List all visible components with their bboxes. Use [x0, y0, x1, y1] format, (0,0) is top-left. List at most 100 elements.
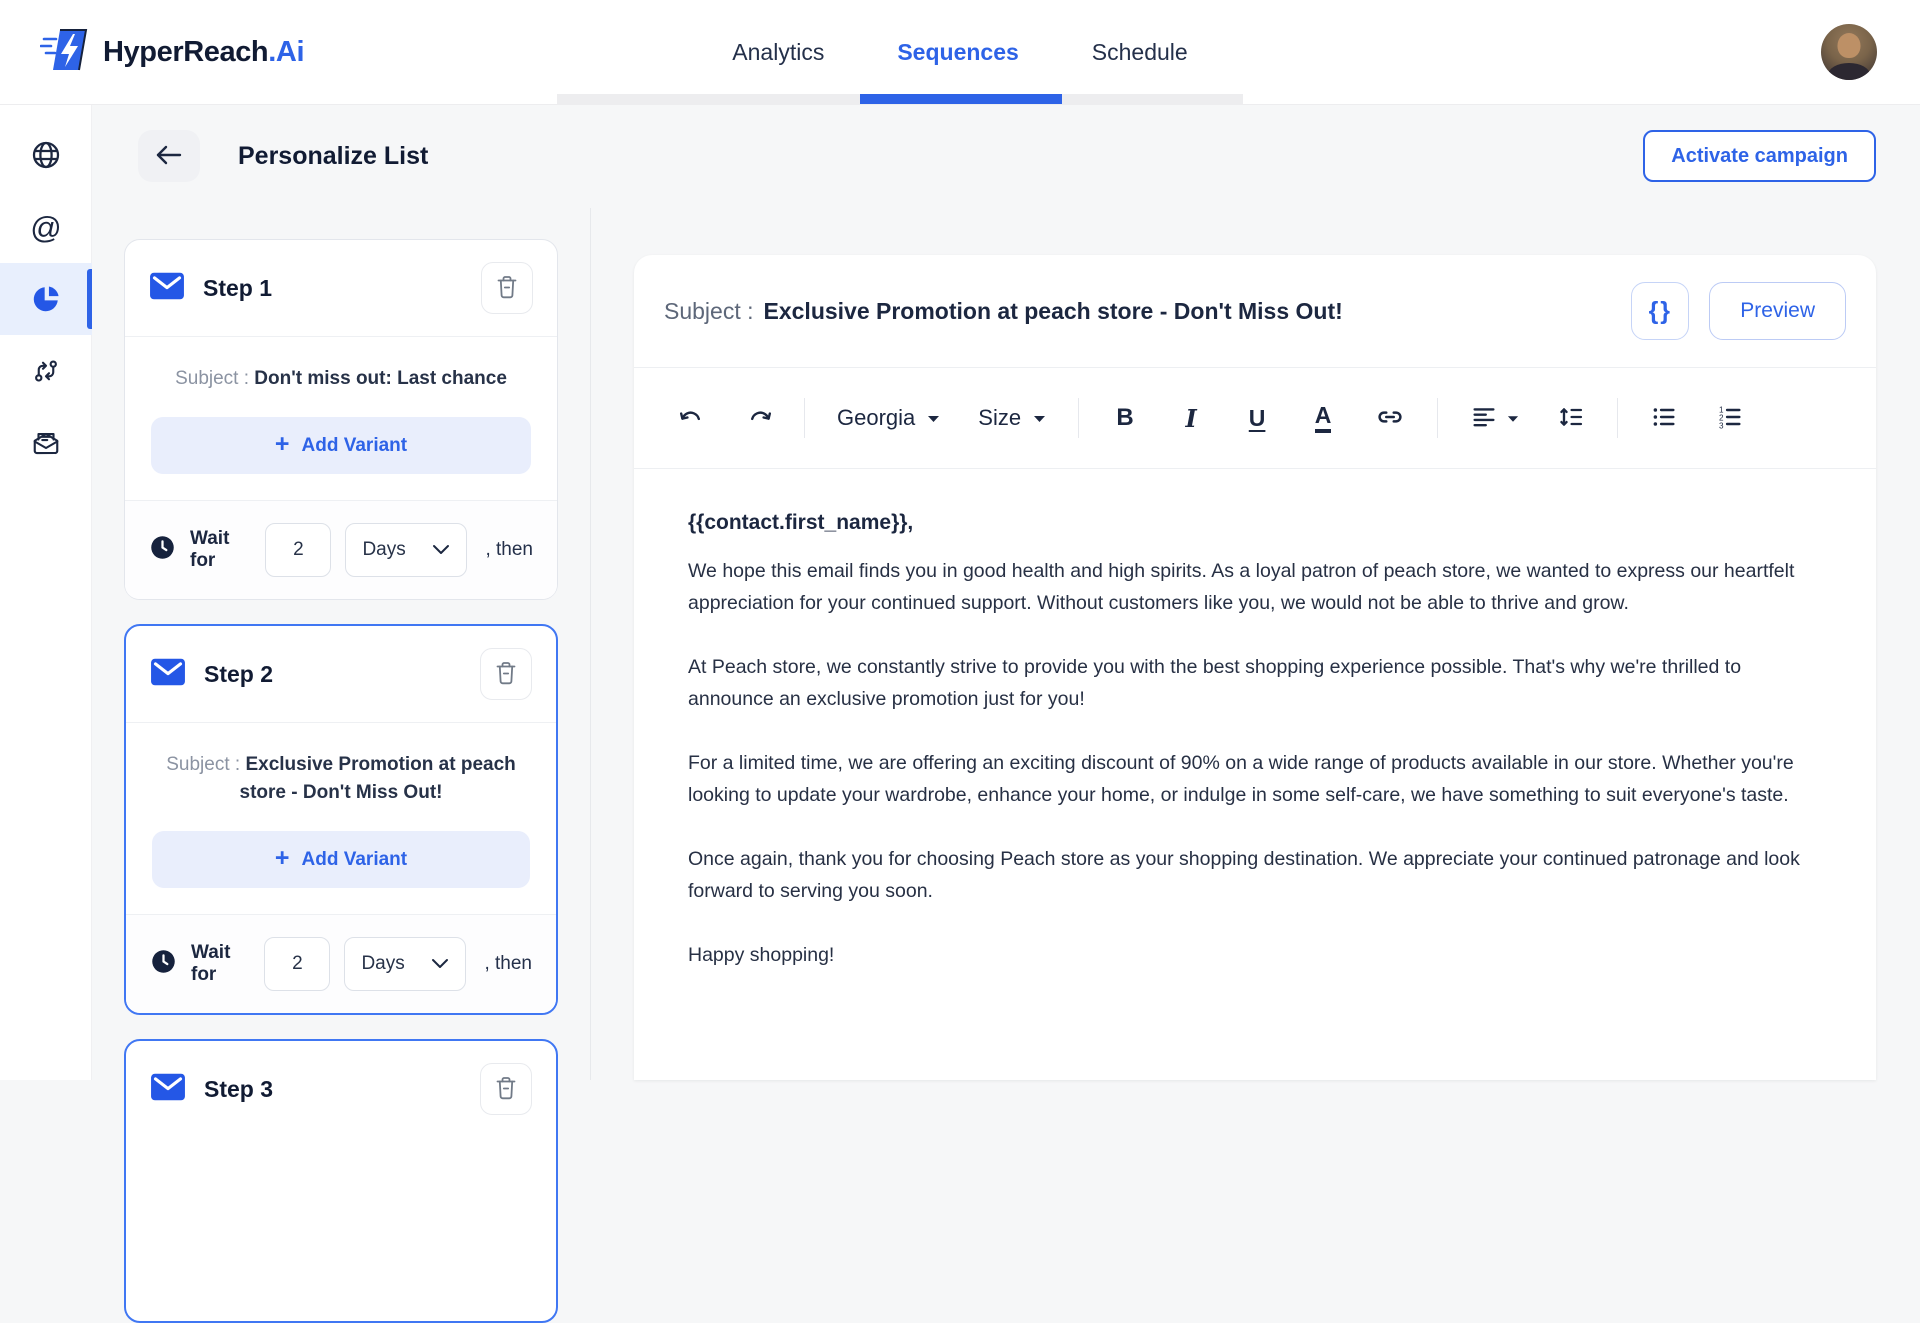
add-variant-label: Add Variant — [301, 434, 408, 456]
step-card-2[interactable]: Step 2 Subject: Exclusive Promotion at … — [124, 624, 558, 1015]
line-spacing-icon — [1557, 403, 1585, 434]
subject-input[interactable]: Exclusive Promotion at peach store - Don… — [764, 298, 1343, 325]
bullet-list-button[interactable] — [1644, 394, 1684, 442]
braces-icon: {} — [1648, 296, 1673, 325]
step-card-header: Step 1 — [125, 240, 557, 336]
delete-step-button[interactable] — [480, 1063, 532, 1115]
subject-label: Subject : — [664, 297, 754, 324]
clock-icon — [150, 948, 177, 980]
caret-down-icon — [927, 411, 940, 426]
delete-step-button[interactable] — [480, 648, 532, 700]
clock-icon — [149, 534, 176, 566]
tab-sequences[interactable]: Sequences — [897, 39, 1018, 66]
email-closing: Happy shopping! — [688, 944, 835, 966]
formatting-toolbar: Georgia Size B I U A 1 2 3 — [634, 368, 1876, 468]
wait-value-input[interactable] — [265, 523, 332, 577]
back-button[interactable] — [138, 130, 200, 182]
page-title: Personalize List — [238, 141, 429, 170]
toolbar-separator — [1437, 398, 1439, 438]
tab-schedule[interactable]: Schedule — [1092, 39, 1188, 66]
insert-link-button[interactable] — [1369, 394, 1411, 442]
wait-unit-value: Days — [362, 539, 406, 560]
email-paragraph: At Peach store, we constantly strive to … — [688, 656, 1742, 710]
link-icon — [1375, 402, 1405, 435]
plus-icon: + — [274, 844, 290, 872]
active-tab-underline — [860, 94, 1062, 104]
subject-value: Don't miss out: Last chance — [254, 368, 507, 389]
email-paragraph: We hope this email finds you in good hea… — [688, 560, 1795, 614]
wait-unit-select[interactable]: Days — [344, 937, 467, 991]
align-select[interactable] — [1464, 394, 1525, 442]
numbered-list-button[interactable]: 1 2 3 — [1710, 394, 1750, 442]
font-family-value: Georgia — [837, 405, 916, 430]
mail-open-icon — [31, 428, 61, 458]
globe-icon — [30, 139, 62, 171]
at-sign-icon: @ — [30, 209, 62, 245]
chevron-down-icon — [432, 539, 450, 561]
svg-text:3: 3 — [1719, 421, 1724, 430]
tab-analytics[interactable]: Analytics — [732, 39, 824, 66]
git-compare-icon — [31, 356, 61, 386]
redo-button[interactable] — [738, 394, 778, 442]
italic-button[interactable]: I — [1171, 394, 1211, 442]
add-variant-button[interactable]: + Add Variant — [152, 831, 530, 888]
step-card-1[interactable]: Step 1 Subject: Don't miss out: Last ch… — [124, 239, 558, 600]
redo-icon — [745, 408, 772, 429]
email-step-icon — [150, 658, 186, 691]
line-spacing-button[interactable] — [1551, 394, 1591, 442]
editor-subject-row: Subject : Exclusive Promotion at peach s… — [634, 255, 1876, 367]
sidebar-item-campaigns[interactable] — [0, 263, 92, 335]
align-left-icon — [1470, 403, 1498, 434]
add-variant-button[interactable]: + Add Variant — [151, 417, 531, 474]
undo-icon — [679, 408, 706, 429]
sidebar-item-inbox[interactable] — [0, 407, 92, 479]
sidebar: @ — [0, 104, 92, 1080]
brand-logo: HyperReach.Ai — [39, 0, 305, 104]
underline-button[interactable]: U — [1237, 394, 1277, 442]
step-wait-row: Wait for Days , then — [126, 914, 556, 1013]
email-paragraph: For a limited time, we are offering an e… — [688, 752, 1794, 806]
user-avatar[interactable] — [1821, 24, 1877, 80]
subject-actions: {} Preview — [1631, 282, 1846, 340]
bold-icon: B — [1116, 404, 1134, 431]
bullet-list-icon — [1650, 403, 1678, 434]
text-color-icon: A — [1314, 403, 1332, 433]
wait-unit-value: Days — [361, 953, 405, 974]
email-step-icon — [150, 1073, 186, 1106]
trash-icon — [494, 660, 518, 689]
sidebar-item-globe[interactable] — [0, 119, 92, 191]
trash-icon — [494, 1075, 518, 1104]
sidebar-item-mentions[interactable]: @ — [0, 191, 92, 263]
chevron-down-icon — [431, 953, 449, 975]
wait-unit-select[interactable]: Days — [345, 523, 468, 577]
main-nav: Analytics Sequences Schedule — [732, 0, 1187, 104]
insert-variable-button[interactable]: {} — [1631, 282, 1690, 340]
toolbar-separator — [1617, 398, 1619, 438]
italic-icon: I — [1185, 403, 1197, 433]
step-card-3[interactable]: Step 3 — [124, 1039, 558, 1323]
text-color-button[interactable]: A — [1303, 394, 1343, 442]
subject-label: Subject : — [166, 754, 241, 775]
bold-button[interactable]: B — [1105, 394, 1145, 442]
plus-icon: + — [274, 430, 290, 458]
font-family-select[interactable]: Georgia — [831, 394, 946, 442]
delete-step-button[interactable] — [481, 262, 533, 314]
top-bar: HyperReach.Ai Analytics Sequences Schedu… — [0, 0, 1920, 105]
undo-button[interactable] — [672, 394, 712, 442]
toolbar-separator — [1078, 398, 1080, 438]
step-card-body: Subject : Exclusive Promotion at peach s… — [126, 723, 556, 914]
trash-icon — [495, 274, 519, 303]
preview-button[interactable]: Preview — [1709, 282, 1846, 340]
font-size-select[interactable]: Size — [972, 394, 1052, 442]
activate-campaign-button[interactable]: Activate campaign — [1643, 130, 1876, 182]
email-body-editor[interactable]: {{contact.first_name}}, We hope this ema… — [634, 469, 1876, 1080]
wait-value-input[interactable] — [264, 937, 331, 991]
step-card-body: Subject : Don't miss out: Last chance + … — [125, 337, 557, 500]
sidebar-item-sequences[interactable] — [0, 335, 92, 407]
brand-suffix: .Ai — [268, 35, 305, 68]
subject-label: Subject : — [175, 368, 250, 389]
step-card-header: Step 2 — [126, 626, 556, 722]
brand-name: HyperReach.Ai — [103, 35, 305, 68]
arrow-left-icon — [155, 144, 183, 169]
pie-chart-icon — [30, 283, 62, 315]
